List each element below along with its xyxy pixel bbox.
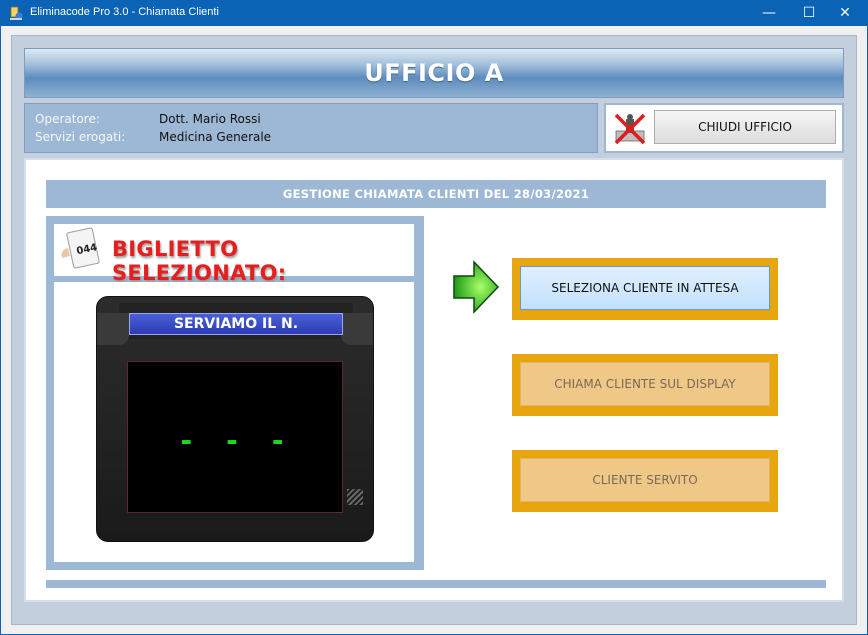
client-served-frame: CLIENTE SERVITO <box>512 450 778 512</box>
ticket-number: - - - <box>177 424 293 457</box>
operator-value: Dott. Mario Rossi <box>159 112 261 126</box>
office-header: UFFICIO A <box>24 48 844 98</box>
ticket-display: SERVIAMO IL N. - - - <box>96 296 374 542</box>
close-window-button[interactable]: ✕ <box>822 0 868 26</box>
operator-info: Operatore: Dott. Mario Rossi Servizi ero… <box>24 103 598 153</box>
speaker-grille <box>347 489 363 505</box>
select-client-frame: SELEZIONA CLIENTE IN ATTESA <box>512 258 778 320</box>
section-header: GESTIONE CHIAMATA CLIENTI DEL 28/03/2021 <box>46 180 826 208</box>
ticket-title: BIGLIETTO SELEZIONATO: <box>112 237 287 285</box>
client-served-button[interactable]: CLIENTE SERVITO <box>520 458 770 502</box>
call-client-display-button[interactable]: CHIAMA CLIENTE SUL DISPLAY <box>520 362 770 406</box>
display-corner-left <box>97 313 129 345</box>
display-screen: - - - <box>127 361 343 513</box>
window-client: UFFICIO A Operatore: Dott. Mario Rossi S… <box>1 26 867 634</box>
office-title: UFFICIO A <box>364 59 504 87</box>
call-management-panel: GESTIONE CHIAMATA CLIENTI DEL 28/03/2021… <box>24 158 844 602</box>
no-entry-icon <box>614 113 646 145</box>
app-icon <box>10 6 23 20</box>
ticket-header: 044 BIGLIETTO SELEZIONATO: <box>54 224 414 285</box>
window-title: Eliminacode Pro 3.0 - Chiamata Clienti <box>30 6 219 18</box>
services-label: Servizi erogati: <box>35 130 126 144</box>
section-title: GESTIONE CHIAMATA CLIENTI DEL 28/03/2021 <box>282 187 590 201</box>
display-corner-right <box>341 313 373 345</box>
bottom-bar <box>46 580 826 588</box>
close-office-panel: CHIUDI UFFICIO <box>604 103 844 153</box>
selected-ticket-frame: 044 BIGLIETTO SELEZIONATO: SERVIAMO IL N… <box>46 216 424 570</box>
title-bar: Eliminacode Pro 3.0 - Chiamata Clienti —… <box>0 0 868 26</box>
close-office-button[interactable]: CHIUDI UFFICIO <box>654 110 836 144</box>
select-waiting-client-button[interactable]: SELEZIONA CLIENTE IN ATTESA <box>520 266 770 310</box>
ticket-icon: 044 <box>61 227 100 269</box>
services-value: Medicina Generale <box>159 130 272 144</box>
operator-label: Operatore: <box>35 112 100 126</box>
display-container: SERVIAMO IL N. - - - <box>54 282 414 562</box>
call-client-frame: CHIAMA CLIENTE SUL DISPLAY <box>512 354 778 416</box>
outer-panel: UFFICIO A Operatore: Dott. Mario Rossi S… <box>11 35 857 625</box>
arrow-right-icon <box>453 260 500 314</box>
serve-label: SERVIAMO IL N. <box>129 313 343 335</box>
